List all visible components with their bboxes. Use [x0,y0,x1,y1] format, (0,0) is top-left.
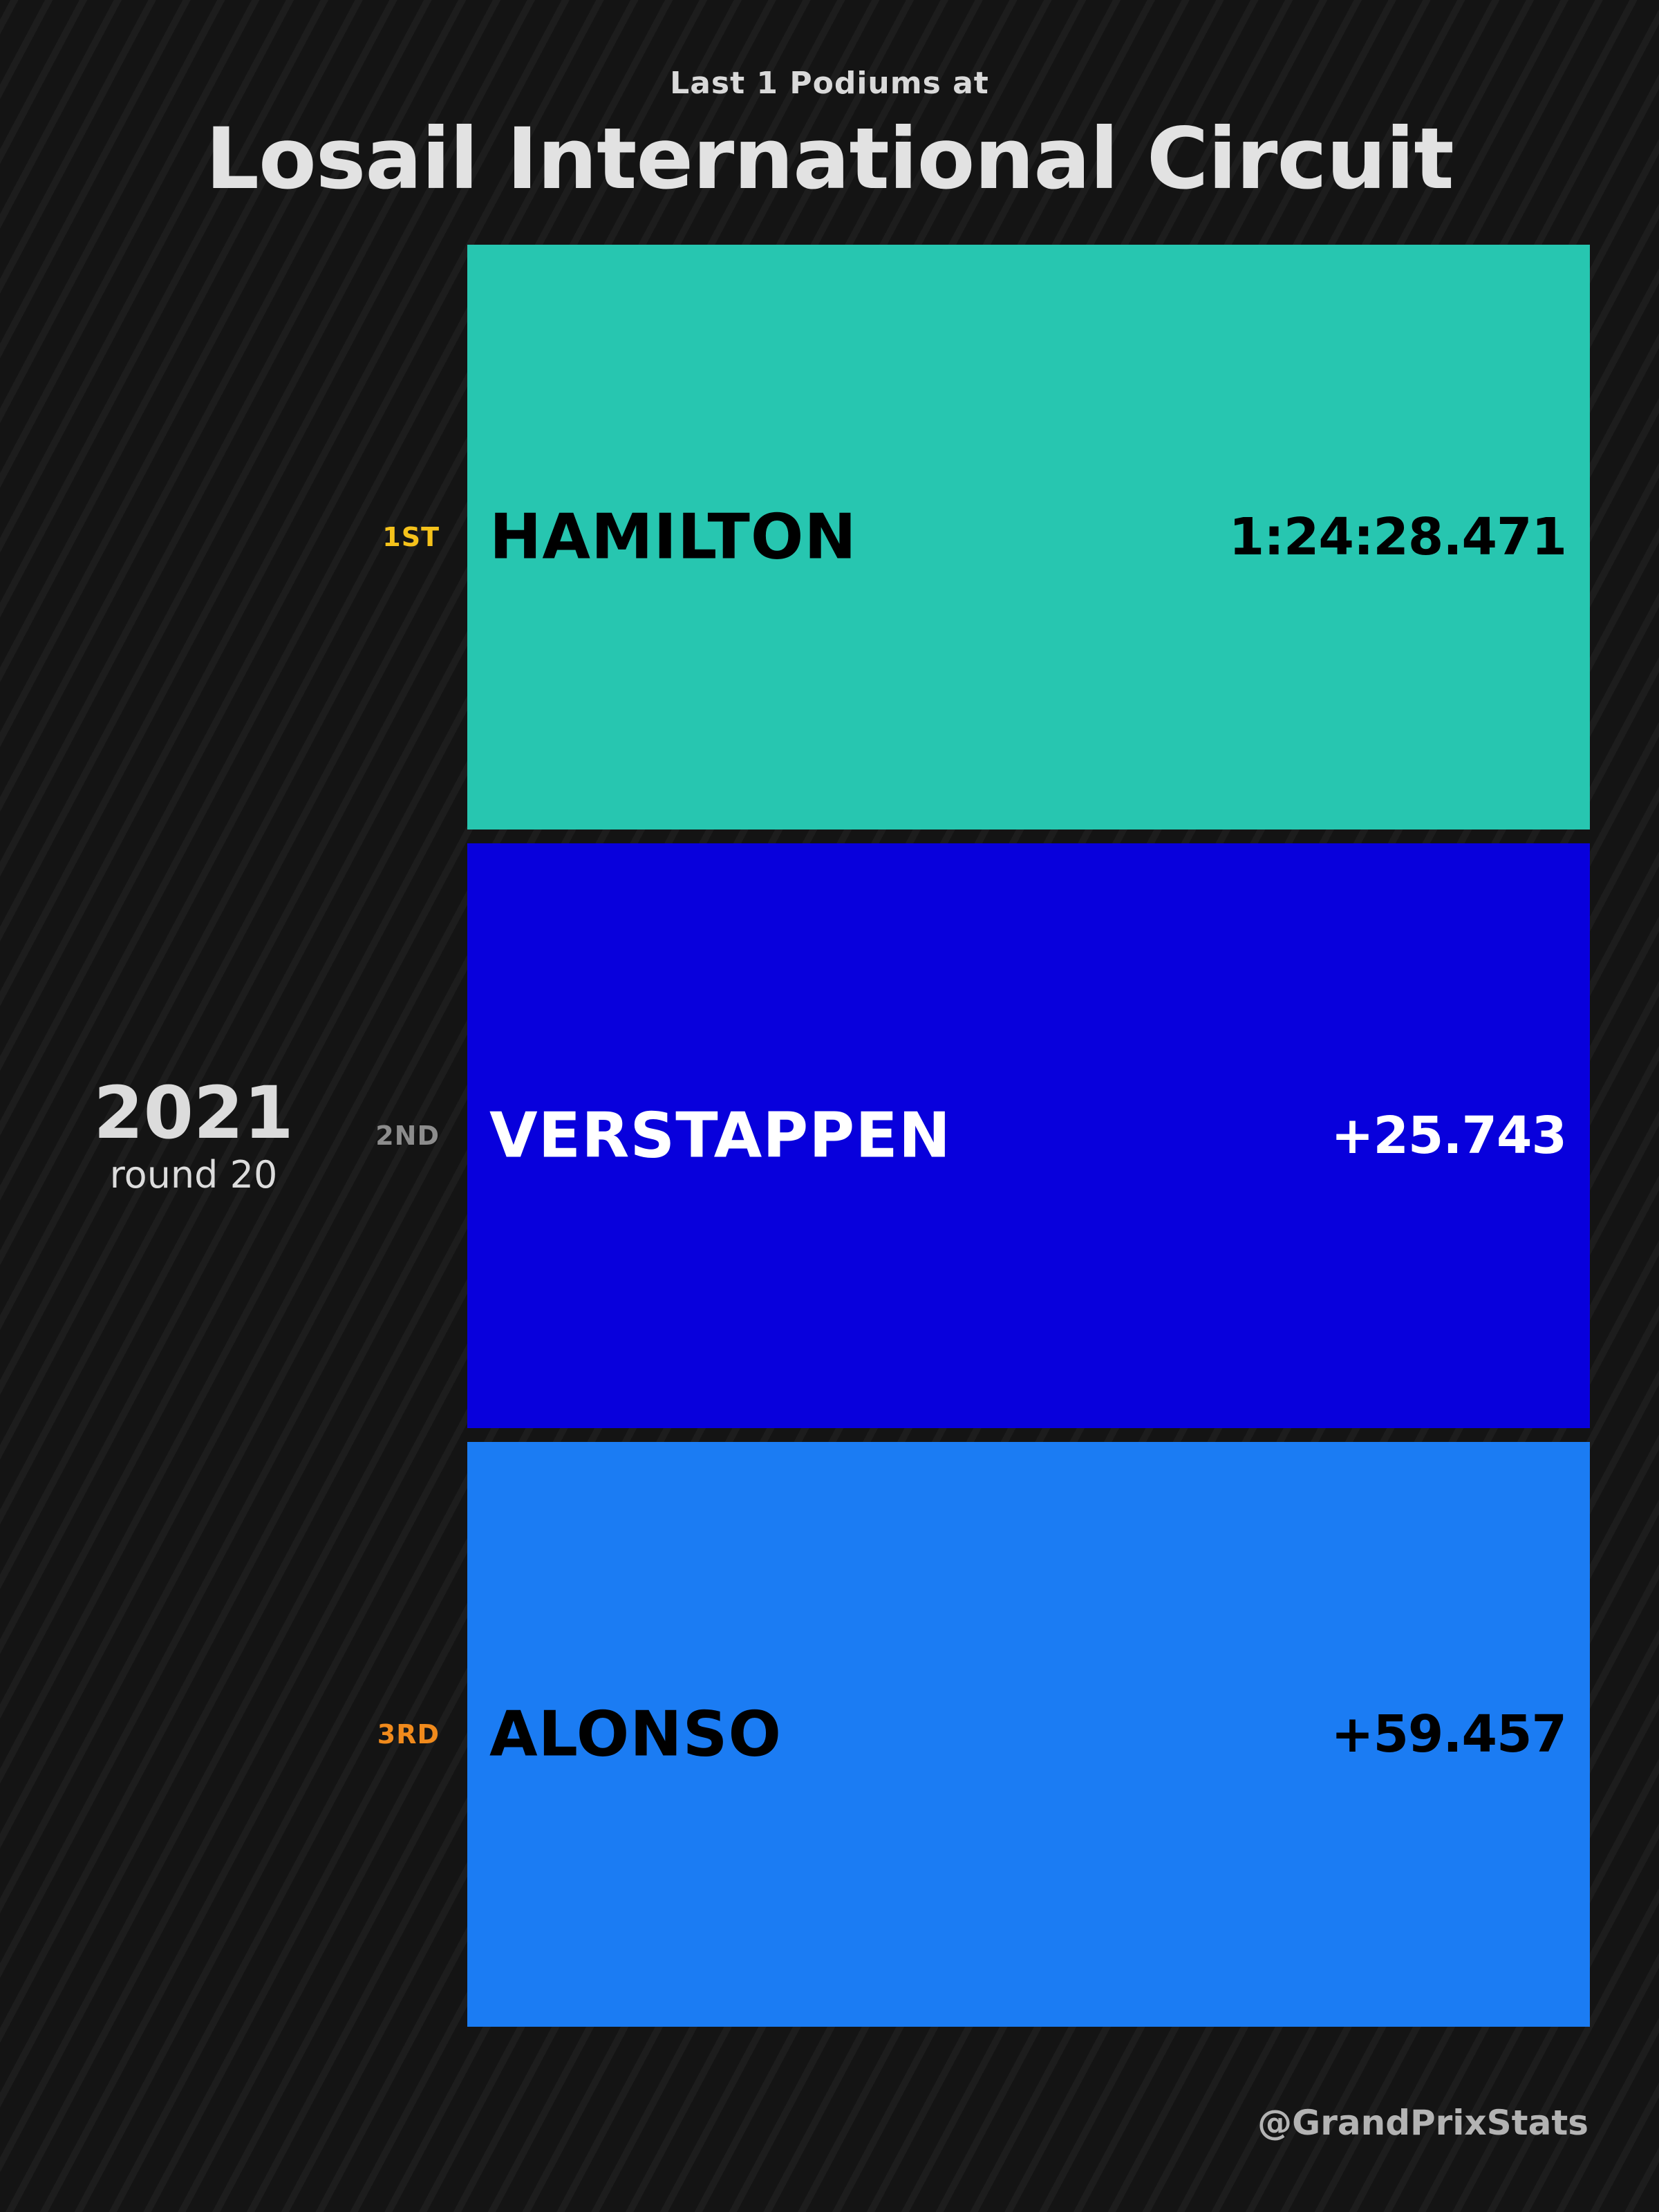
driver-name: ALONSO [489,1698,782,1771]
position-label: 1ST [382,522,440,552]
chart-subtitle: Last 1 Podiums at [670,66,989,101]
race-result: +59.457 [1331,1705,1567,1764]
race-result: 1:24:28.471 [1228,507,1567,567]
race-year: 2021 [93,1071,294,1155]
podium-bar: VERSTAPPEN +25.743 [467,843,1590,1428]
chart-title: Losail International Circuit [205,110,1454,208]
race-result: +25.743 [1331,1106,1567,1165]
driver-name: HAMILTON [489,500,857,574]
podium-bar: ALONSO +59.457 [467,1442,1590,2027]
race-round: round 20 [109,1153,278,1197]
driver-name: VERSTAPPEN [489,1099,952,1172]
position-label: 3RD [377,1719,440,1750]
credit-handle: @GrandPrixStats [1257,2103,1588,2143]
position-label: 2ND [375,1121,440,1151]
podium-bar: HAMILTON 1:24:28.471 [467,245,1590,830]
